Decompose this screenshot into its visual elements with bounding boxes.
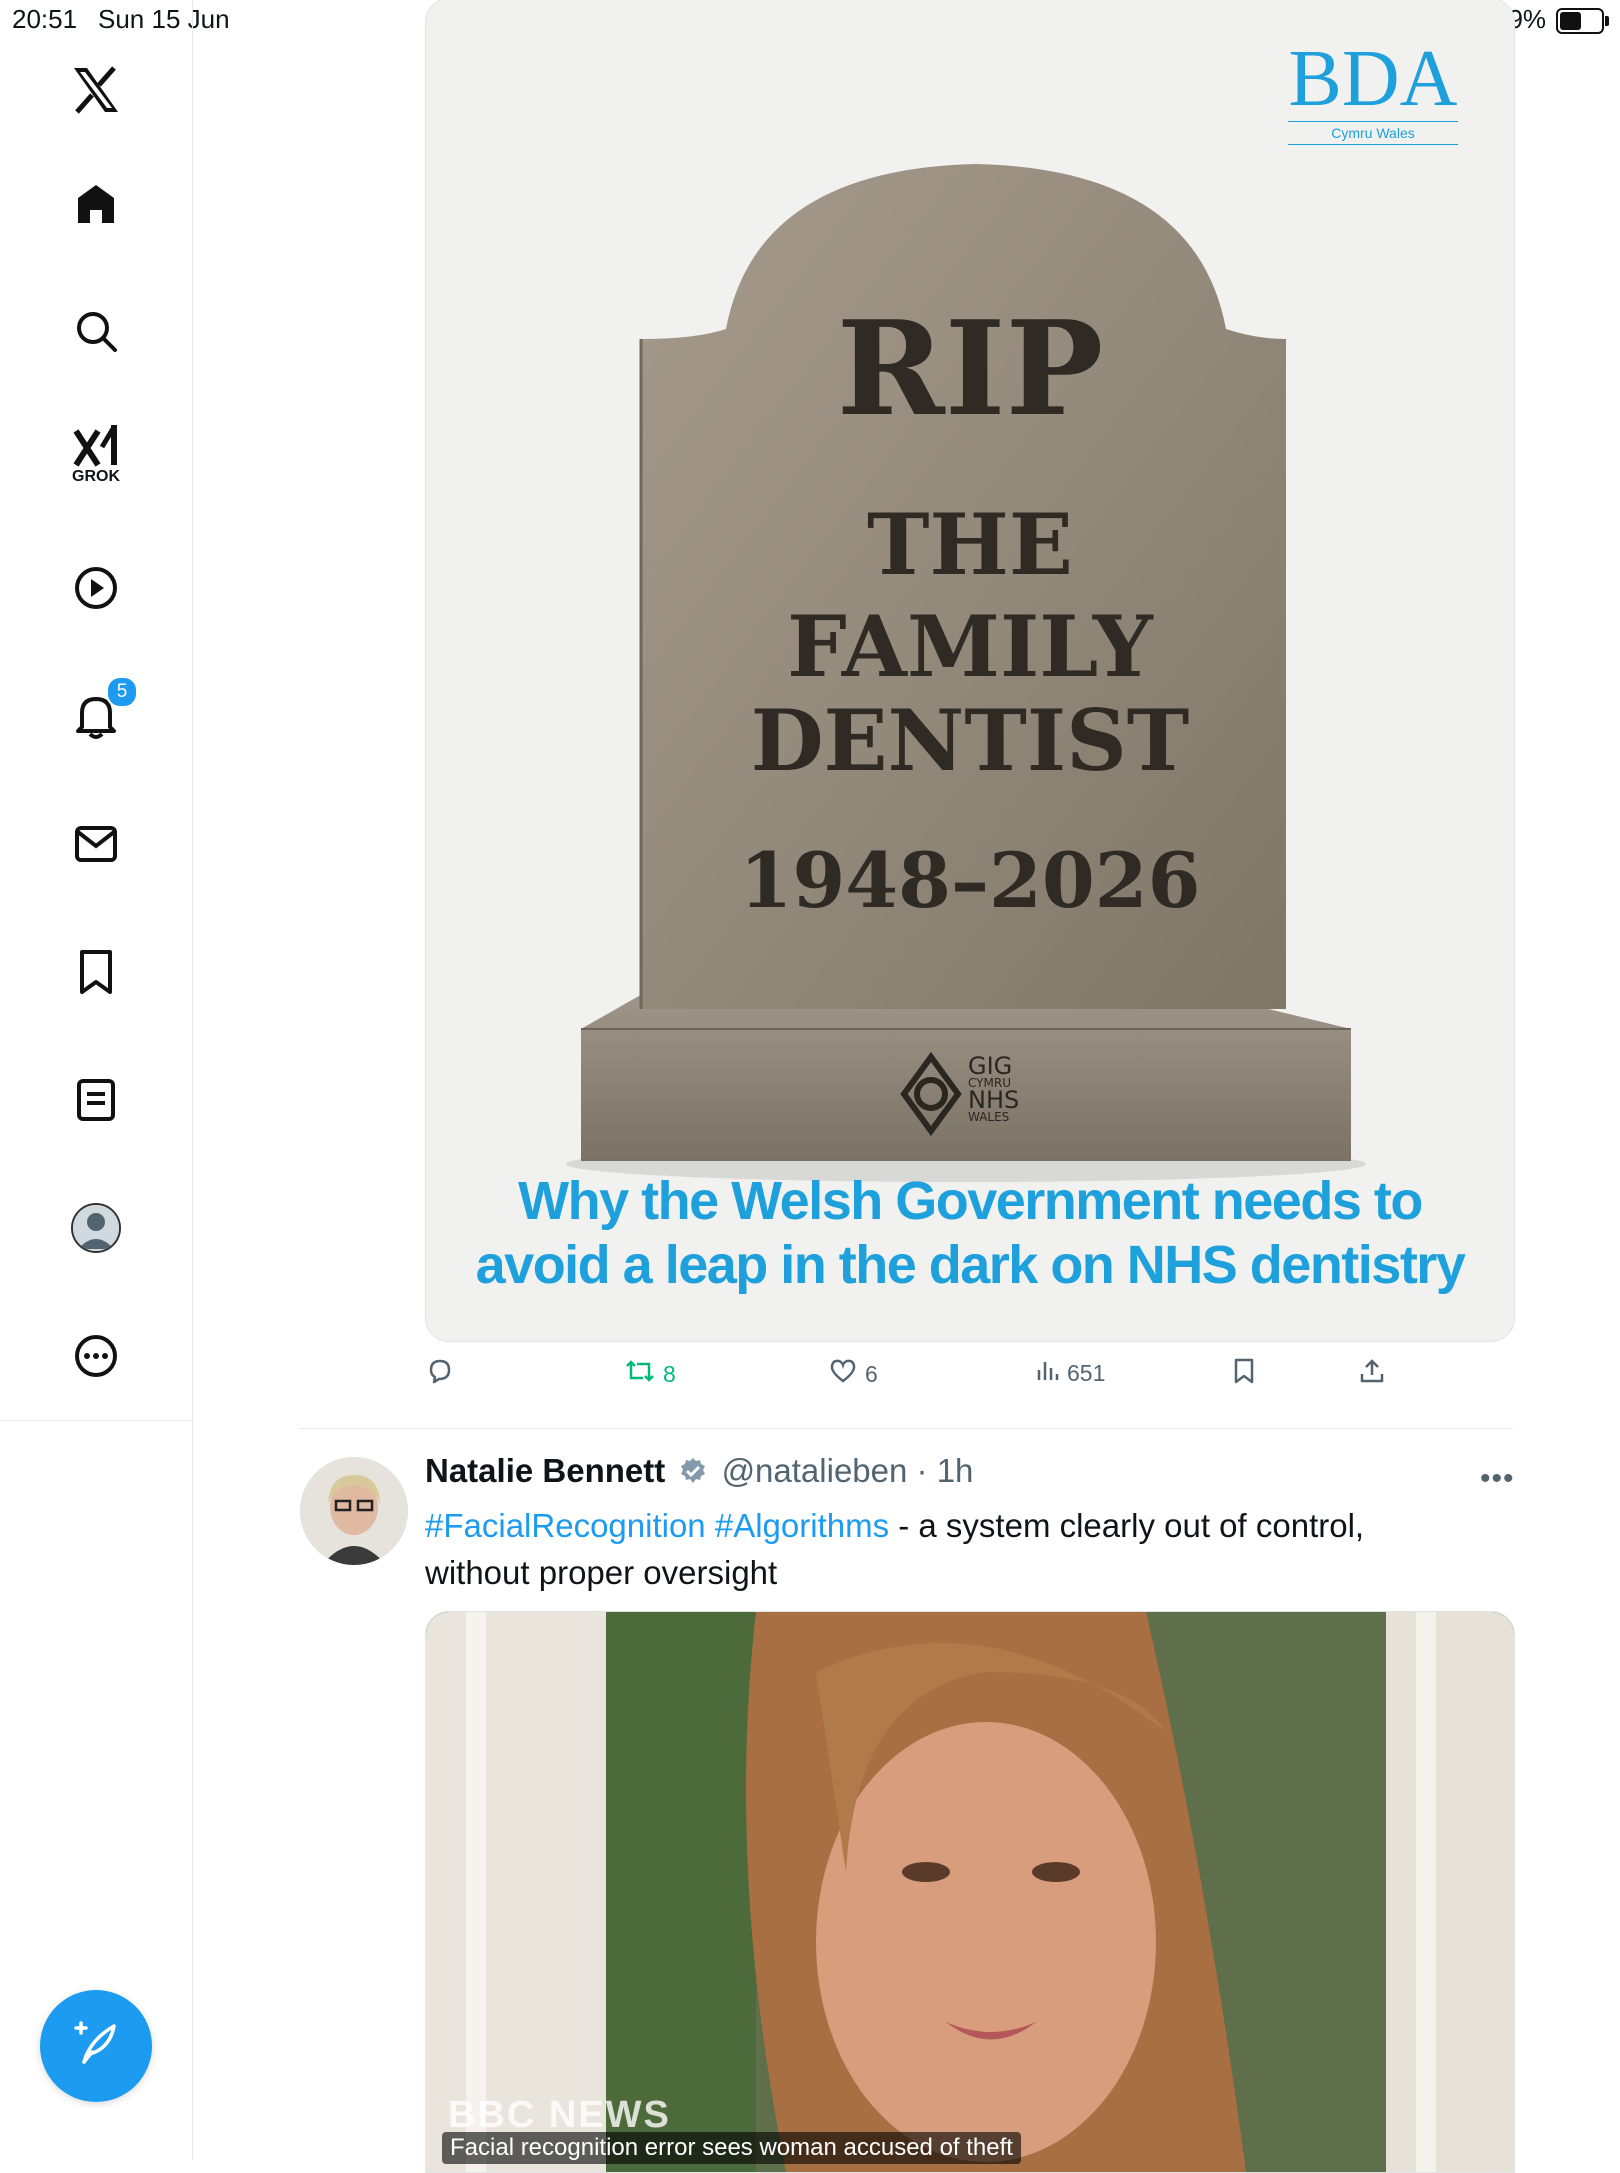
share-button[interactable] [1359, 1358, 1385, 1390]
post-time[interactable]: 1h [937, 1452, 974, 1489]
post2-text: #FacialRecognition #Algorithms - a syste… [425, 1502, 1505, 1596]
compose-icon [70, 2018, 122, 2075]
battery-icon [1556, 8, 1609, 34]
verified-badge-icon [678, 1456, 708, 1494]
stone-rip: RIP [836, 292, 1104, 445]
sidebar-item-messages[interactable] [48, 796, 144, 892]
stone-line-the: THE [867, 495, 1073, 594]
more-icon [73, 1333, 119, 1379]
post-video[interactable]: BBC NEWS Facial recognition error sees w… [425, 1611, 1515, 2173]
repost-icon [625, 1358, 655, 1390]
video-icon [73, 565, 119, 611]
notification-badge: 5 [106, 676, 138, 708]
post2-text-line2: without proper oversight [425, 1554, 778, 1591]
post1-action-bar: 8 6 651 [425, 1358, 1513, 1398]
post-more-options-icon[interactable]: ••• [1480, 1462, 1515, 1496]
grok-icon [72, 423, 120, 469]
sidebar-item-lists[interactable] [48, 1052, 144, 1148]
author-avatar[interactable] [300, 1457, 408, 1565]
post2-text-rest: - a system clearly out of control, [889, 1507, 1365, 1544]
nhs-nhs: NHS [968, 1086, 1020, 1114]
sidebar-item-more[interactable] [48, 1308, 144, 1404]
headline-line-2: avoid a leap in the dark on NHS dentistr… [475, 1235, 1466, 1295]
bbc-news-watermark: BBC NEWS [448, 2094, 671, 2136]
views-button[interactable]: 651 [1035, 1358, 1105, 1388]
battery-fill [1560, 12, 1581, 30]
repost-count: 8 [663, 1360, 676, 1387]
video-frame [426, 1612, 1514, 2172]
lists-icon [76, 1078, 116, 1122]
sidebar-item-notifications[interactable]: 5 [48, 668, 144, 764]
share-icon [1359, 1358, 1385, 1390]
x-logo-icon[interactable] [48, 42, 144, 138]
author-handle[interactable]: @natalieben [722, 1452, 908, 1489]
like-button[interactable]: 6 [829, 1358, 878, 1390]
video-caption: Facial recognition error sees woman accu… [442, 2132, 1021, 2164]
home-icon [74, 182, 118, 226]
search-icon [74, 309, 118, 353]
sidebar-divider [0, 1420, 192, 1421]
nhs-gig: GIG [968, 1052, 1013, 1080]
post-image[interactable]: BDA Cymru Wales RIP THE FAMILY DENTIST 1… [425, 0, 1515, 1342]
heart-icon [829, 1358, 857, 1390]
views-count: 651 [1067, 1359, 1106, 1386]
hashtag-algorithms[interactable]: #Algorithms [715, 1507, 889, 1544]
sidebar-item-bookmarks[interactable] [48, 924, 144, 1020]
stone-dates: 1948–2026 [739, 836, 1201, 925]
sidebar-nav: GROK 5 [0, 0, 193, 2160]
post2-header: Natalie Bennett @natalieben · 1h [425, 1452, 973, 1494]
sidebar-item-grok[interactable]: GROK [48, 408, 144, 504]
reply-button[interactable] [427, 1358, 453, 1390]
sidebar-item-profile[interactable] [48, 1180, 144, 1276]
image-headline: Why the Welsh Government needs to avoid … [426, 1169, 1514, 1297]
author-name[interactable]: Natalie Bennett [425, 1452, 665, 1489]
sidebar-item-video[interactable] [48, 540, 144, 636]
hashtag-facial-recognition[interactable]: #FacialRecognition [425, 1507, 706, 1544]
sidebar-item-explore[interactable] [48, 283, 144, 379]
bookmark-button[interactable] [1233, 1358, 1255, 1390]
headline-line-1: Why the Welsh Government needs to [518, 1171, 1423, 1231]
stone-line-dentist: DENTIST [750, 691, 1190, 790]
post-divider [300, 1428, 1513, 1429]
bookmark-small-icon [1233, 1358, 1255, 1390]
reply-icon [427, 1358, 453, 1390]
repost-button[interactable]: 8 [625, 1358, 676, 1390]
sidebar-item-home[interactable] [48, 156, 144, 252]
bookmark-icon [77, 949, 115, 995]
grok-label: GROK [72, 468, 120, 485]
stone-line-family: FAMILY [787, 597, 1153, 696]
mail-icon [74, 824, 118, 864]
profile-avatar-icon [71, 1203, 121, 1253]
views-icon [1035, 1358, 1059, 1388]
like-count: 6 [865, 1360, 878, 1387]
compose-button[interactable] [40, 1990, 152, 2102]
nhs-wales-logo: GIG CYMRU NHS WALES [896, 1049, 1056, 1139]
